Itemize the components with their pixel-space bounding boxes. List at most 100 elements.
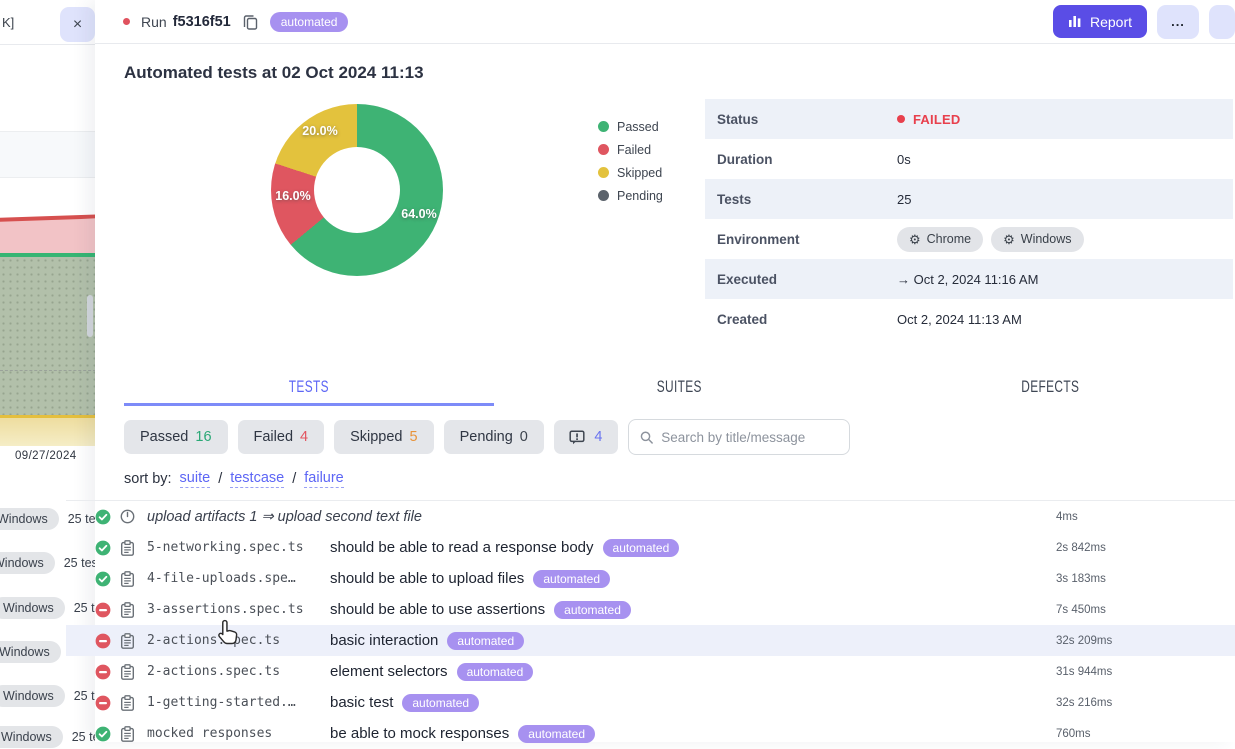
passed-icon: [95, 540, 111, 556]
test-spec-name[interactable]: 1-getting-started.…: [147, 695, 330, 710]
page-title: Automated tests at 02 Oct 2024 11:13: [124, 63, 1235, 83]
environment-badge[interactable]: ⚙Windows: [991, 227, 1083, 252]
legend-label: Skipped: [617, 166, 662, 180]
close-panel-button[interactable]: ×: [60, 7, 95, 42]
test-title[interactable]: should be able to upload files automated: [330, 570, 610, 588]
clipboard-icon: [120, 540, 135, 556]
detail-label: Executed: [705, 272, 897, 287]
chart-legend: Passed Failed Skipped Pending: [598, 115, 663, 207]
tab-tests[interactable]: TESTS: [124, 371, 494, 406]
filter-passed-button[interactable]: Passed 16: [124, 420, 228, 454]
scrollbar-thumb[interactable]: [87, 295, 93, 337]
legend-dot: [598, 167, 609, 178]
test-title[interactable]: basic interaction automated: [330, 632, 524, 650]
test-spec-name[interactable]: 2-actions.spec.ts: [147, 664, 330, 679]
clock-icon: [120, 509, 136, 524]
report-button-label: Report: [1090, 14, 1132, 30]
sort-row: sort by: suite/testcase/failure: [124, 470, 1235, 488]
environment-badge[interactable]: ⚙Chrome: [897, 227, 983, 252]
filter-failed-button[interactable]: Failed 4: [238, 420, 325, 454]
skipped-percent-label: 20.0%: [302, 124, 337, 138]
clipboard-icon: [120, 633, 135, 649]
test-duration: 32s 209ms: [1056, 635, 1112, 647]
filter-label: Pending: [460, 429, 513, 445]
test-title[interactable]: upload artifacts 1 ⇒ upload second text …: [147, 509, 422, 525]
detail-label: Environment: [705, 232, 897, 247]
automated-badge: automated: [518, 725, 595, 743]
test-title[interactable]: be able to mock responses automated: [330, 725, 595, 743]
search-box[interactable]: [628, 419, 850, 455]
comments-filter-button[interactable]: 4: [554, 420, 618, 454]
test-row[interactable]: 4-file-uploads.spe… should be able to up…: [66, 563, 1235, 594]
detail-value: → Oct 2, 2024 11:16 AM: [897, 272, 1038, 287]
test-spec-name[interactable]: 2-actions.spec.ts: [147, 633, 330, 648]
runs-area-chart: [0, 150, 96, 446]
detail-value: FAILED: [897, 112, 960, 127]
filter-bar: Passed 16 Failed 4 Skipped 5 Pending 0 4: [124, 419, 1235, 455]
test-row[interactable]: 1-getting-started.… basic test automated…: [66, 687, 1235, 718]
test-duration: 4ms: [1056, 511, 1078, 523]
comments-count: 4: [594, 429, 602, 445]
tab-defects[interactable]: DEFECTS: [865, 371, 1235, 406]
sort-by-suite-link[interactable]: suite: [180, 470, 211, 488]
test-row[interactable]: 2-actions.spec.ts basic interaction auto…: [66, 625, 1235, 656]
filter-label: Passed: [140, 429, 188, 445]
filter-label: Failed: [254, 429, 294, 445]
test-spec-name[interactable]: 3-assertions.spec.ts: [147, 602, 330, 617]
legend-label: Pending: [617, 189, 663, 203]
clipboard-icon: [120, 695, 136, 711]
failed-dot: [897, 115, 905, 123]
detail-value: Oct 2, 2024 11:13 AM: [897, 312, 1022, 327]
clipboard-icon: [120, 695, 135, 711]
legend-item: Pending: [598, 184, 663, 207]
legend-label: Failed: [617, 143, 651, 157]
detail-label: Created: [705, 312, 897, 327]
clipboard-icon: [120, 540, 136, 556]
tab-suites[interactable]: SUITES: [494, 371, 864, 406]
sort-by-failure-link[interactable]: failure: [304, 470, 344, 488]
test-spec-name[interactable]: mocked responses: [147, 726, 330, 741]
clipboard-icon: [120, 571, 135, 587]
legend-dot: [598, 121, 609, 132]
clipboard-icon: [120, 726, 135, 742]
environment-pill: Windows: [0, 641, 61, 663]
run-header-bar: Run f5316f51 automated Report ...: [95, 0, 1235, 44]
report-button[interactable]: Report: [1053, 5, 1147, 38]
filter-count: 0: [520, 429, 528, 445]
test-row[interactable]: 3-assertions.spec.ts should be able to u…: [66, 594, 1235, 625]
environment-pill: Windows: [0, 552, 55, 574]
filter-pending-button[interactable]: Pending 0: [444, 420, 544, 454]
test-title[interactable]: basic test automated: [330, 694, 479, 712]
detail-value: 25: [897, 192, 911, 207]
test-duration: 760ms: [1056, 728, 1091, 740]
filter-skipped-button[interactable]: Skipped 5: [334, 420, 433, 454]
detail-label: Status: [705, 112, 897, 127]
test-row[interactable]: 5-networking.spec.ts should be able to r…: [66, 532, 1235, 563]
filter-label: Skipped: [350, 429, 402, 445]
test-spec-name[interactable]: 4-file-uploads.spe…: [147, 571, 330, 586]
test-row[interactable]: mocked responses be able to mock respons…: [66, 718, 1235, 749]
expand-button[interactable]: [1209, 5, 1235, 39]
test-title[interactable]: should be able to use assertions automat…: [330, 601, 631, 619]
failed-percent-label: 16.0%: [275, 189, 310, 203]
filter-count: 16: [195, 429, 211, 445]
more-actions-button[interactable]: ...: [1157, 5, 1199, 39]
test-row[interactable]: 2-actions.spec.ts element selectors auto…: [66, 656, 1235, 687]
run-details-table: Status FAILED Duration 0s Tests 25 Envir…: [705, 99, 1233, 339]
run-id: f5316f51: [173, 14, 231, 30]
search-input[interactable]: [661, 430, 838, 445]
clipboard-icon: [120, 602, 136, 618]
detail-row: Status FAILED: [705, 99, 1233, 139]
test-row[interactable]: upload artifacts 1 ⇒ upload second text …: [66, 501, 1235, 532]
failed-icon: [95, 664, 111, 680]
sort-by-testcase-link[interactable]: testcase: [230, 470, 284, 488]
test-spec-name[interactable]: 5-networking.spec.ts: [147, 540, 330, 555]
legend-label: Passed: [617, 120, 659, 134]
copy-run-id-button[interactable]: [243, 14, 258, 30]
environment-pill: Windows: [0, 726, 63, 748]
clipboard-icon: [120, 571, 136, 587]
test-title[interactable]: should be able to read a response body a…: [330, 539, 679, 557]
filter-count: 5: [410, 429, 418, 445]
test-title[interactable]: element selectors automated: [330, 663, 533, 681]
search-icon: [640, 430, 653, 445]
